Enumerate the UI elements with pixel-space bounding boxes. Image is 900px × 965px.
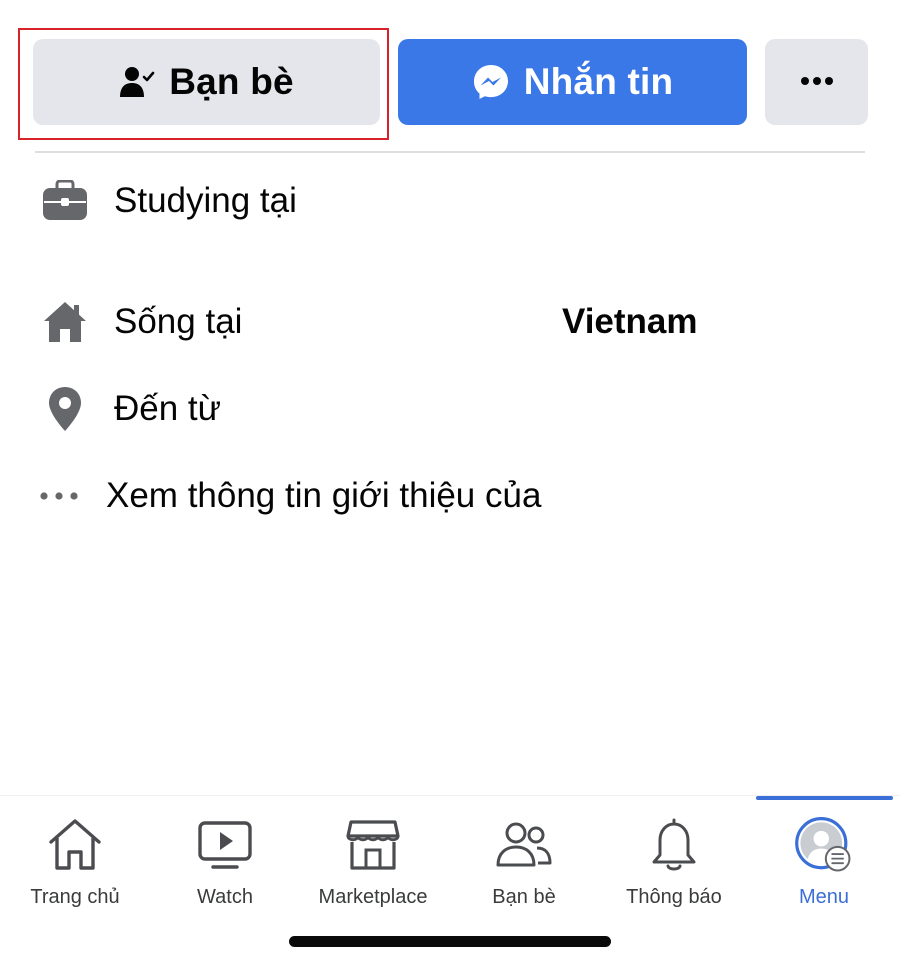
divider <box>35 151 865 153</box>
more-button[interactable] <box>765 39 868 125</box>
nav-item-friends[interactable]: Bạn bè <box>449 800 599 920</box>
bell-icon <box>644 815 704 875</box>
friends-icon <box>494 815 554 875</box>
video-icon <box>195 815 255 875</box>
bottom-nav: Trang chủ Watch Marketplace Bạn bè Thông… <box>0 800 900 920</box>
friends-button-label: Bạn bè <box>169 61 294 102</box>
store-icon <box>343 815 403 875</box>
nav-label-home: Trang chủ <box>30 886 120 908</box>
nav-item-marketplace[interactable]: Marketplace <box>298 800 448 920</box>
friends-button[interactable]: Bạn bè <box>33 39 380 125</box>
work-label: Studying tại <box>114 181 297 220</box>
nav-label-notifications: Thông báo <box>626 886 722 908</box>
about-row[interactable]: Xem thông tin giới thiệu của <box>0 466 900 526</box>
message-button[interactable]: Nhắn tin <box>398 39 747 125</box>
nav-label-friends: Bạn bè <box>492 886 556 908</box>
nav-item-menu[interactable]: Menu <box>749 800 899 920</box>
nav-item-notifications[interactable]: Thông báo <box>599 800 749 920</box>
work-row: Studying tại <box>0 171 900 231</box>
nav-label-menu: Menu <box>798 886 850 908</box>
lives-value[interactable]: Vietnam <box>562 302 698 342</box>
briefcase-icon <box>40 176 90 226</box>
from-row: Đến từ <box>0 379 900 439</box>
nav-item-watch[interactable]: Watch <box>150 800 300 920</box>
lives-row: Sống tại Vietnam <box>0 292 900 352</box>
nav-item-home[interactable]: Trang chủ <box>0 800 150 920</box>
more-horizontal-icon <box>800 73 834 91</box>
location-pin-icon <box>40 384 90 434</box>
nav-label-marketplace: Marketplace <box>318 886 428 908</box>
messenger-icon <box>472 63 510 101</box>
lives-label: Sống tại <box>114 302 243 341</box>
more-dots-icon <box>34 471 84 521</box>
friend-check-icon <box>119 64 155 100</box>
nav-label-watch: Watch <box>197 886 253 908</box>
home-indicator <box>289 936 611 947</box>
about-label[interactable]: Xem thông tin giới thiệu của <box>106 476 541 516</box>
avatar-menu-icon <box>794 815 854 875</box>
home-outline-icon <box>45 815 105 875</box>
message-button-label: Nhắn tin <box>523 61 674 102</box>
from-label: Đến từ <box>114 389 222 428</box>
home-icon <box>40 297 90 347</box>
